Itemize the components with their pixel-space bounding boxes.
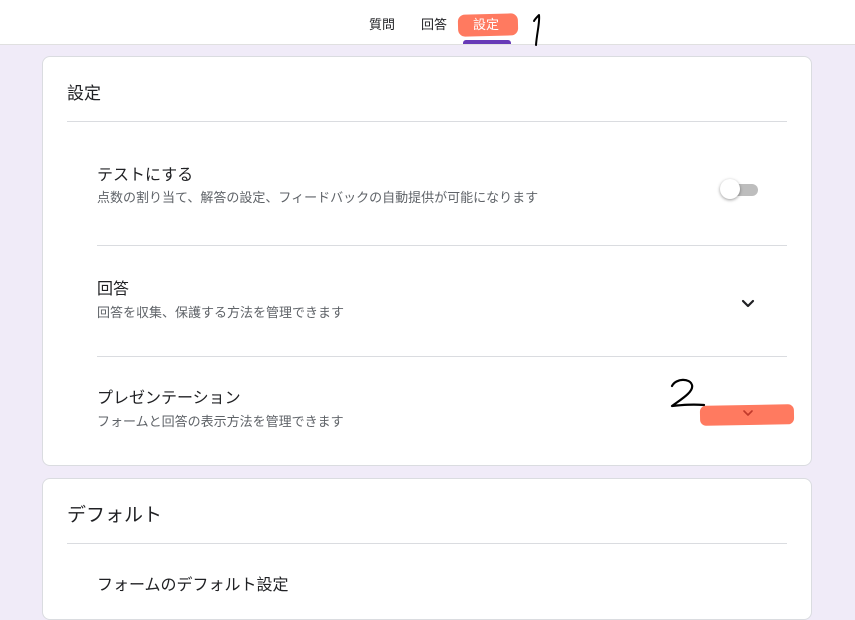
tab-responses[interactable]: 回答: [421, 17, 447, 35]
annotation-one: [533, 14, 541, 46]
chevron-down-icon[interactable]: [736, 401, 760, 425]
responses-row-title: 回答: [97, 279, 130, 298]
presentation-row-title: プレゼンテーション: [97, 388, 241, 407]
annotation-two: [670, 378, 706, 408]
form-defaults-row-title: フォームのデフォルト設定: [97, 575, 289, 594]
chevron-down-icon[interactable]: [736, 291, 760, 315]
card-title-defaults: デフォルト: [67, 504, 163, 526]
divider: [67, 543, 787, 544]
responses-row-description: 回答を収集、保護する方法を管理できます: [97, 306, 345, 321]
divider: [67, 121, 787, 122]
quiz-row-title: テストにする: [97, 165, 194, 184]
toggle-thumb: [720, 179, 740, 199]
presentation-row-description: フォームと回答の表示方法を管理できます: [97, 415, 344, 430]
defaults-card: デフォルト フォームのデフォルト設定: [42, 478, 812, 620]
tab-settings[interactable]: 設定: [473, 17, 499, 35]
top-tab-bar: 質問 回答 設定: [0, 0, 855, 45]
quiz-toggle[interactable]: [720, 179, 758, 199]
quiz-row-description: 点数の割り当て、解答の設定、フィードバックの自動提供が可能になります: [97, 191, 539, 206]
active-tab-indicator: [463, 40, 511, 44]
divider: [97, 356, 787, 357]
tab-questions[interactable]: 質問: [369, 17, 395, 35]
divider: [97, 245, 787, 246]
card-title-settings: 設定: [67, 84, 101, 104]
